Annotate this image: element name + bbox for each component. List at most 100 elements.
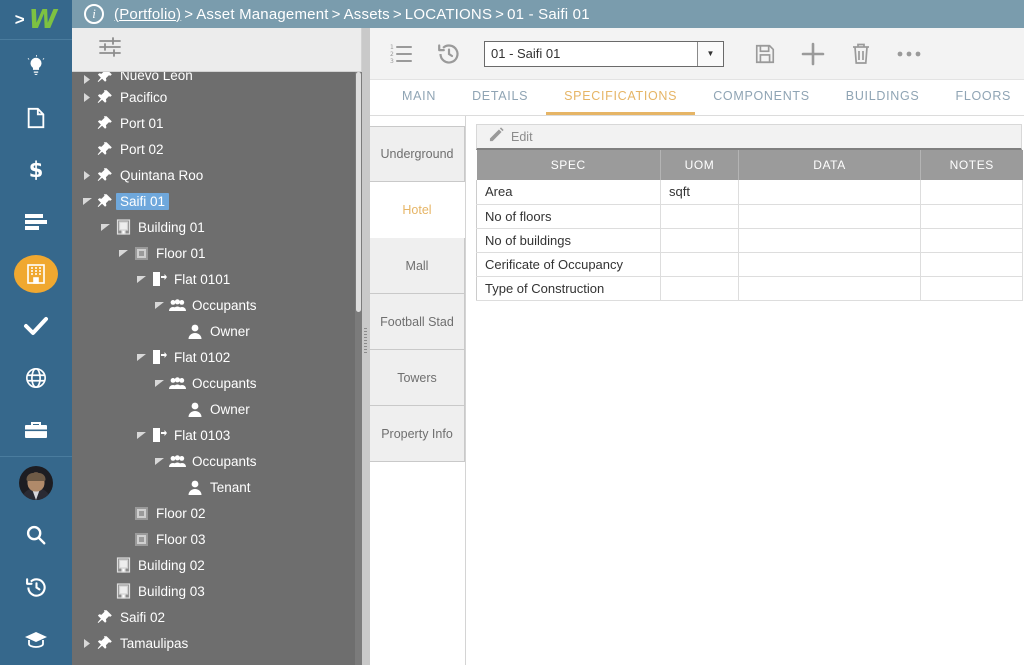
table-row[interactable]: No of floors xyxy=(476,204,1023,229)
tree-node[interactable]: Floor 01 xyxy=(72,240,362,266)
delete-button[interactable] xyxy=(844,37,878,71)
table-row[interactable]: No of buildings xyxy=(476,228,1023,253)
spec-tab-towers[interactable]: Towers xyxy=(370,350,465,406)
tree-toggle-expanded-icon[interactable] xyxy=(134,275,148,283)
more-button[interactable] xyxy=(892,37,926,71)
cell-notes[interactable] xyxy=(920,180,1023,205)
tree-toggle-expanded-icon[interactable] xyxy=(98,223,112,231)
tree-node[interactable]: Port 01 xyxy=(72,110,362,136)
rail-item-profile[interactable] xyxy=(0,457,72,509)
column-header-data[interactable]: DATA xyxy=(738,150,921,180)
table-row[interactable]: Cerificate of Occupancy xyxy=(476,252,1023,277)
cell-spec[interactable]: Type of Construction xyxy=(476,276,661,301)
spec-tab-football-stad[interactable]: Football Stad xyxy=(370,294,465,350)
tree-node[interactable]: Saifi 02 xyxy=(72,604,362,630)
tree-node[interactable]: Owner xyxy=(72,318,362,344)
cell-data[interactable] xyxy=(738,180,921,205)
tree-node[interactable]: Port 02 xyxy=(72,136,362,162)
tree-toggle-expanded-icon[interactable] xyxy=(134,353,148,361)
add-button[interactable] xyxy=(796,37,830,71)
breadcrumb-item-assets[interactable]: Assets xyxy=(344,6,390,23)
rail-item-history[interactable] xyxy=(0,561,72,613)
tree-scrollbar[interactable] xyxy=(355,72,362,665)
cell-data[interactable] xyxy=(738,276,921,301)
tree-node[interactable]: Owner xyxy=(72,396,362,422)
tree-node[interactable]: Quintana Roo xyxy=(72,162,362,188)
tree-toggle-collapsed-icon[interactable] xyxy=(80,75,94,84)
tree-scrollbar-thumb[interactable] xyxy=(356,72,361,312)
cell-uom[interactable] xyxy=(660,228,739,253)
tree-node[interactable]: Tamaulipas xyxy=(72,630,362,656)
rail-item-idea[interactable] xyxy=(0,40,72,92)
save-button[interactable] xyxy=(748,37,782,71)
spec-category-tabs[interactable]: Underground Hotel Mall Football Stad Towers P… xyxy=(370,116,466,665)
tab-floors[interactable]: FLOORS xyxy=(937,80,1024,115)
tree-toggle-expanded-icon[interactable] xyxy=(134,431,148,439)
tree-node[interactable]: Pacifico xyxy=(72,84,362,110)
tree-node[interactable]: Floor 02 xyxy=(72,500,362,526)
sliders-icon[interactable] xyxy=(98,36,122,63)
rail-item-learning[interactable] xyxy=(0,613,72,665)
tab-buildings[interactable]: BUILDINGS xyxy=(828,80,938,115)
spec-tab-underground[interactable]: Underground xyxy=(370,126,465,182)
breadcrumb-item-locations[interactable]: LOCATIONS xyxy=(405,6,492,23)
tree-list[interactable]: Nuevo León Pacifico Port 01 Port 02 Quintana… xyxy=(72,72,362,665)
tree-toggle-collapsed-icon[interactable] xyxy=(80,170,94,180)
panel-splitter[interactable] xyxy=(362,28,370,665)
record-selector[interactable]: 01 - Saifi 01 ▼ xyxy=(484,40,724,67)
breadcrumb-item-asset-management[interactable]: Asset Management xyxy=(196,6,328,23)
rail-item-reports[interactable] xyxy=(0,196,72,248)
cell-spec[interactable]: Cerificate of Occupancy xyxy=(476,252,661,277)
tree-toggle-expanded-icon[interactable] xyxy=(152,379,166,387)
splitter-grip[interactable] xyxy=(364,328,367,354)
cell-data[interactable] xyxy=(738,204,921,229)
column-header-spec[interactable]: SPEC xyxy=(476,150,661,180)
tree-node[interactable]: Flat 0102 xyxy=(72,344,362,370)
tree-node[interactable]: Floor 03 xyxy=(72,526,362,552)
cell-uom[interactable] xyxy=(660,276,739,301)
tree-toggle-expanded-icon[interactable] xyxy=(152,457,166,465)
tree-node[interactable]: Tenant xyxy=(72,474,362,500)
tab-specifications[interactable]: SPECIFICATIONS xyxy=(546,80,696,115)
spec-tab-hotel[interactable]: Hotel xyxy=(370,182,465,238)
numbered-list-icon[interactable]: 1 2 3 xyxy=(384,37,418,71)
tree-node[interactable]: Building 03 xyxy=(72,578,362,604)
tree-toggle-expanded-icon[interactable] xyxy=(80,197,94,205)
rail-item-financials[interactable]: $ xyxy=(0,144,72,196)
tab-components[interactable]: COMPONENTS xyxy=(695,80,828,115)
table-row[interactable]: Type of Construction xyxy=(476,276,1023,301)
chevron-down-icon[interactable]: ▼ xyxy=(697,41,723,66)
edit-toolbar[interactable]: Edit xyxy=(476,124,1022,150)
tree-node[interactable]: Nuevo León xyxy=(72,72,362,84)
tree-toggle-collapsed-icon[interactable] xyxy=(80,92,94,102)
cell-uom[interactable] xyxy=(660,252,739,277)
table-row[interactable]: Area sqft xyxy=(476,180,1023,205)
record-tabs[interactable]: MAIN DETAILS SPECIFICATIONS COMPONENTS BUILD… xyxy=(370,80,1024,116)
rail-item-tasks[interactable] xyxy=(0,300,72,352)
cell-spec[interactable]: No of buildings xyxy=(476,228,661,253)
cell-spec[interactable]: No of floors xyxy=(476,204,661,229)
tree-toggle-expanded-icon[interactable] xyxy=(152,301,166,309)
column-header-uom[interactable]: UOM xyxy=(660,150,739,180)
cell-data[interactable] xyxy=(738,228,921,253)
history-icon[interactable] xyxy=(432,37,466,71)
app-logo[interactable]: > W xyxy=(0,0,72,41)
tree-node[interactable]: Occupants xyxy=(72,448,362,474)
tab-main[interactable]: MAIN xyxy=(384,80,454,115)
tree-node[interactable]: Building 02 xyxy=(72,552,362,578)
rail-item-assets[interactable] xyxy=(0,248,72,300)
tree-node[interactable]: Occupants xyxy=(72,370,362,396)
cell-notes[interactable] xyxy=(920,204,1023,229)
cell-spec[interactable]: Area xyxy=(476,180,661,205)
spec-tab-mall[interactable]: Mall xyxy=(370,238,465,294)
rail-item-document[interactable] xyxy=(0,92,72,144)
breadcrumb-item-portfolio[interactable]: (Portfolio) xyxy=(114,6,181,23)
rail-item-global[interactable] xyxy=(0,352,72,404)
cell-uom[interactable] xyxy=(660,204,739,229)
tab-details[interactable]: DETAILS xyxy=(454,80,546,115)
column-header-notes[interactable]: NOTES xyxy=(920,150,1023,180)
info-icon[interactable]: i xyxy=(84,4,104,24)
tree-node[interactable]: Flat 0103 xyxy=(72,422,362,448)
cell-uom[interactable]: sqft xyxy=(660,180,739,205)
cell-notes[interactable] xyxy=(920,276,1023,301)
